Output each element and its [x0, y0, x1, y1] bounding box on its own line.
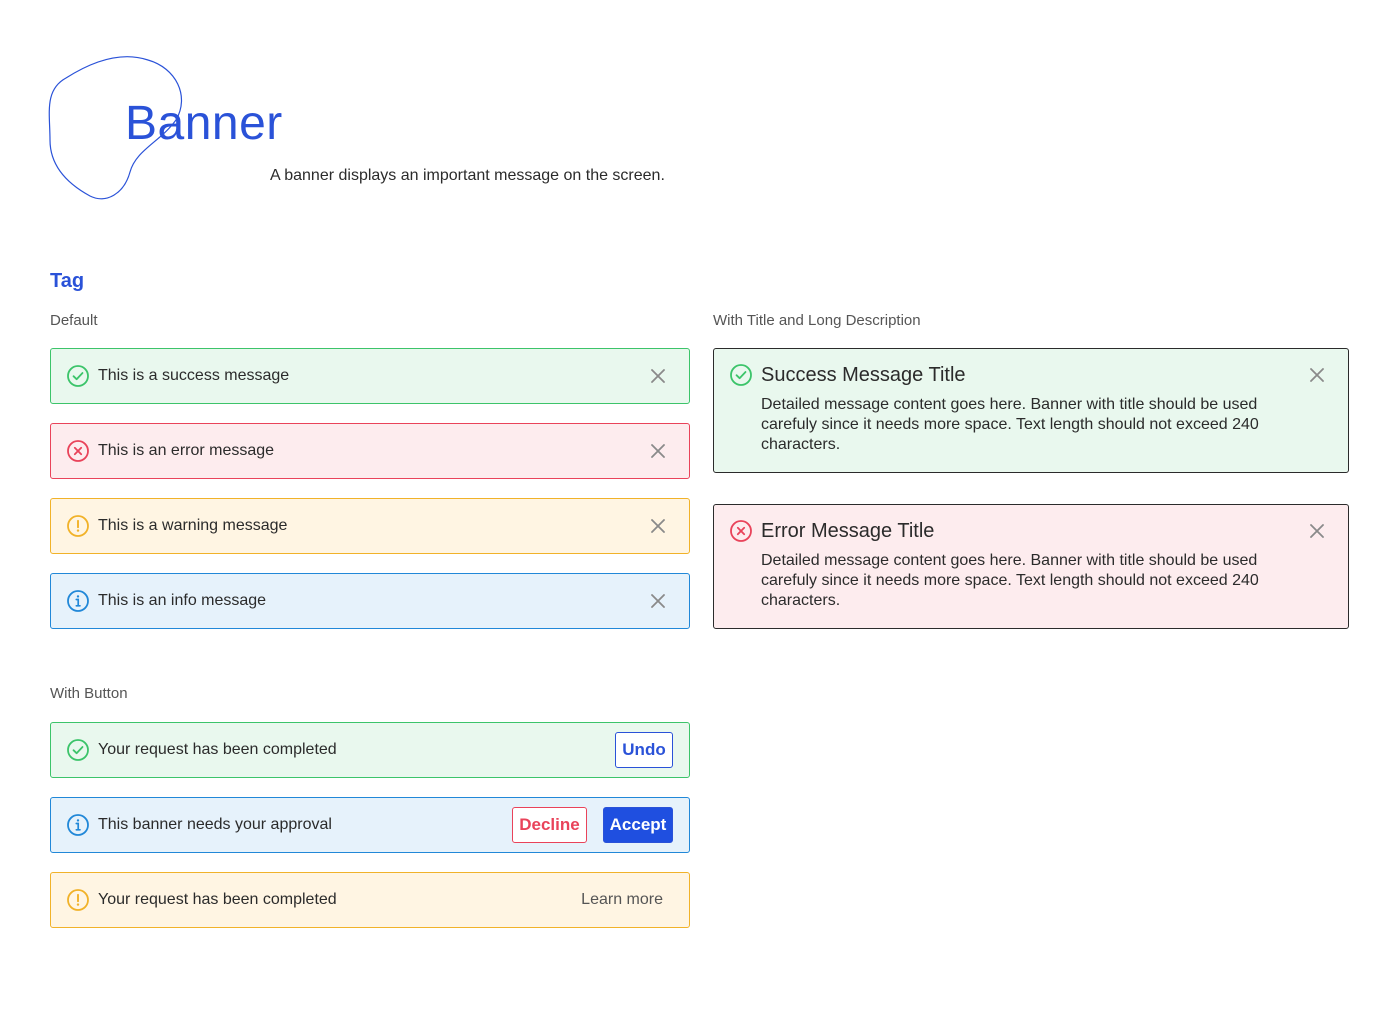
x-circle-icon [66, 439, 90, 463]
exclamation-circle-icon [66, 514, 90, 538]
check-circle-icon [66, 738, 90, 762]
banner-message: This banner needs your approval [98, 816, 332, 833]
info-banner: This is an info message [50, 573, 690, 629]
page-description: A banner displays an important message o… [270, 167, 665, 184]
close-icon[interactable] [1306, 364, 1328, 386]
banner-message: Your request has been completed [98, 891, 337, 908]
warning-button-banner: Your request has been completed Learn mo… [50, 872, 690, 928]
error-titled-banner: Error Message Title Detailed message con… [713, 504, 1349, 629]
close-icon[interactable] [647, 440, 669, 462]
banner-title: Error Message Title [761, 519, 935, 542]
learn-more-button[interactable]: Learn more [571, 882, 673, 918]
error-banner: This is an error message [50, 423, 690, 479]
success-button-banner: Your request has been completed Undo [50, 722, 690, 778]
close-icon[interactable] [647, 590, 669, 612]
banner-message: This is an error message [98, 442, 275, 459]
undo-button[interactable]: Undo [615, 732, 673, 768]
banner-description: Detailed message content goes here. Bann… [761, 396, 1259, 453]
close-icon[interactable] [647, 365, 669, 387]
info-button-banner: This banner needs your approval Decline … [50, 797, 690, 853]
page-header: Banner A banner displays an important me… [0, 0, 1400, 230]
check-circle-icon [66, 364, 90, 388]
success-titled-banner: Success Message Title Detailed message c… [713, 348, 1349, 473]
accept-button[interactable]: Accept [603, 807, 673, 843]
exclamation-circle-icon [66, 888, 90, 912]
group-label-with-title: With Title and Long Description [713, 312, 921, 329]
page-title: Banner [125, 97, 283, 150]
banner-title: Success Message Title [761, 363, 966, 386]
banner-message: This is an info message [98, 592, 267, 609]
banner-message: This is a warning message [98, 517, 288, 534]
success-banner: This is a success message [50, 348, 690, 404]
section-title: Tag [50, 270, 85, 292]
close-icon[interactable] [647, 515, 669, 537]
group-label-default: Default [50, 312, 98, 329]
warning-banner: This is a warning message [50, 498, 690, 554]
banner-message: This is a success message [98, 367, 290, 384]
banner-description: Detailed message content goes here. Bann… [761, 552, 1259, 609]
banner-message: Your request has been completed [98, 741, 337, 758]
decline-button[interactable]: Decline [512, 807, 587, 843]
close-icon[interactable] [1306, 520, 1328, 542]
check-circle-icon [729, 363, 753, 387]
x-circle-icon [729, 519, 753, 543]
info-circle-icon [66, 813, 90, 837]
info-circle-icon [66, 589, 90, 613]
group-label-with-button: With Button [50, 685, 128, 702]
